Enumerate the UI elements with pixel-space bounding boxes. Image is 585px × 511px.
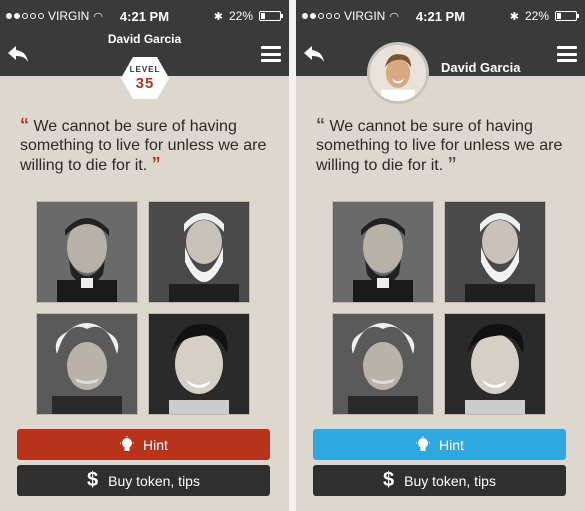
- elvis-portrait[interactable]: [148, 313, 250, 415]
- quote-body: We cannot be sure of having something to…: [20, 118, 267, 174]
- dollar-icon: $: [87, 469, 99, 491]
- nav-bar: David Garcia: [296, 32, 585, 76]
- bluetooth-icon: ✱: [509, 10, 519, 23]
- buy-label: Buy token, tips: [108, 472, 200, 489]
- screen-divider: [289, 0, 296, 511]
- status-right: ✱ 22%: [509, 9, 579, 23]
- buy-label: Buy token, tips: [404, 472, 496, 489]
- battery-percent: 22%: [228, 9, 253, 23]
- hamburger-menu-icon[interactable]: [557, 46, 577, 62]
- bearded-man-portrait[interactable]: [444, 201, 546, 303]
- buy-token-button[interactable]: $ Buy token, tips: [313, 465, 566, 496]
- hint-label: Hint: [439, 436, 464, 453]
- einstein-portrait[interactable]: [36, 313, 138, 415]
- lightbulb-icon: [120, 435, 135, 451]
- level-label: LEVEL: [129, 65, 161, 74]
- avatar[interactable]: [367, 42, 429, 104]
- app-stage: VIRGIN ◠ 4:21 PM ✱ 22% David Garcia LEVE…: [0, 0, 585, 511]
- battery-icon: [555, 11, 579, 21]
- user-name: David Garcia: [441, 60, 521, 75]
- status-bar: VIRGIN ◠ 4:21 PM ✱ 22%: [0, 0, 289, 32]
- hamburger-menu-icon[interactable]: [261, 46, 281, 62]
- phone-screen-level: VIRGIN ◠ 4:21 PM ✱ 22% David Garcia LEVE…: [0, 0, 289, 511]
- quote-text: “ We cannot be sure of having something …: [316, 116, 570, 175]
- user-name: David Garcia: [107, 32, 182, 46]
- close-quote-icon: ”: [151, 154, 161, 174]
- bearded-man-portrait[interactable]: [148, 201, 250, 303]
- level-number: 35: [135, 75, 155, 92]
- hint-button[interactable]: Hint: [17, 429, 270, 460]
- quote-text: “ We cannot be sure of having something …: [20, 116, 274, 175]
- dollar-icon: $: [383, 469, 395, 491]
- portrait-grid: [36, 201, 250, 415]
- portrait-grid: [332, 201, 546, 415]
- bluetooth-icon: ✱: [213, 10, 223, 23]
- quote-body: We cannot be sure of having something to…: [316, 118, 563, 174]
- phone-screen-profile: VIRGIN ◠ 4:21 PM ✱ 22% David Garcia “ We…: [296, 0, 585, 511]
- lightbulb-icon: [416, 435, 431, 451]
- open-quote-icon: “: [20, 115, 29, 135]
- einstein-portrait[interactable]: [332, 313, 434, 415]
- back-arrow-icon[interactable]: [302, 44, 326, 64]
- back-arrow-icon[interactable]: [6, 44, 30, 64]
- level-badge: LEVEL 35: [121, 57, 169, 99]
- open-quote-icon: “: [316, 115, 325, 135]
- lincoln-portrait[interactable]: [36, 201, 138, 303]
- hint-button[interactable]: Hint: [313, 429, 566, 460]
- close-quote-icon: ”: [447, 154, 457, 174]
- status-right: ✱ 22%: [213, 9, 283, 23]
- buy-token-button[interactable]: $ Buy token, tips: [17, 465, 270, 496]
- status-bar: VIRGIN ◠ 4:21 PM ✱ 22%: [296, 0, 585, 32]
- elvis-portrait[interactable]: [444, 313, 546, 415]
- hint-label: Hint: [143, 436, 168, 453]
- lincoln-portrait[interactable]: [332, 201, 434, 303]
- battery-percent: 22%: [524, 9, 549, 23]
- battery-icon: [259, 11, 283, 21]
